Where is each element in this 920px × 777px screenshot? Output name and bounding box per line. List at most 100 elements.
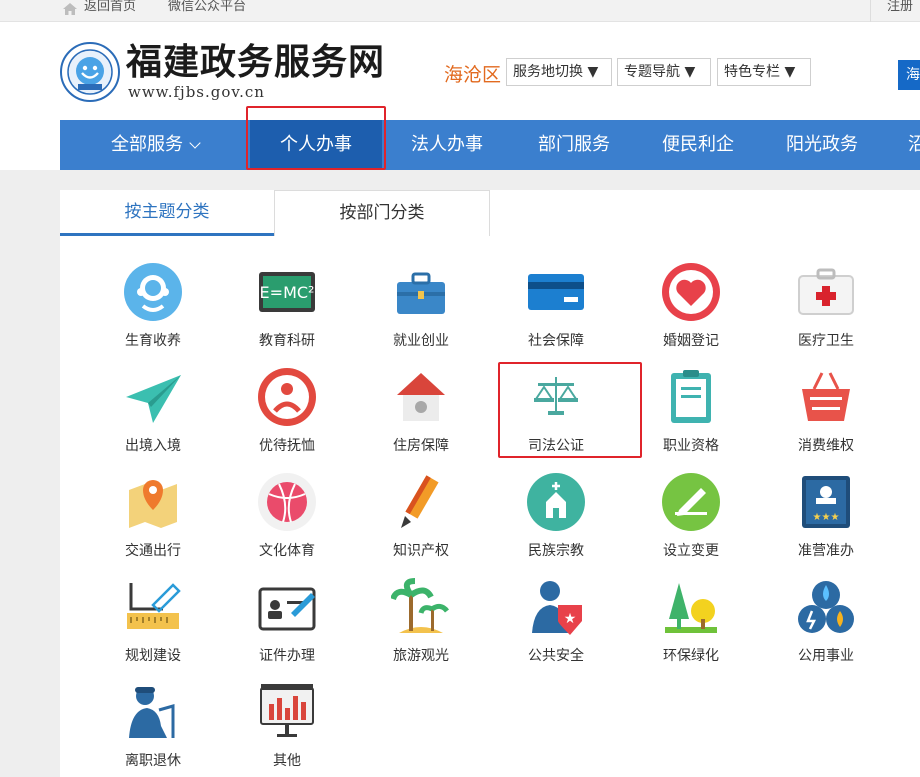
category-item[interactable]: 环保绿化 (631, 577, 751, 677)
category-item[interactable]: 生育收养 (93, 262, 213, 362)
nav-item-more[interactable]: 沼 (908, 120, 920, 170)
category-label: 交通出行 (125, 543, 181, 559)
category-label: 环保绿化 (663, 648, 719, 664)
wechat-link[interactable]: 微信公众平台 (168, 0, 246, 14)
site-url: www.fjbs.gov.cn (128, 83, 265, 101)
category-item[interactable]: E=MC² 教育科研 (227, 262, 347, 362)
nav-label: 全部服务 (111, 134, 183, 155)
category-item[interactable]: 就业创业 (361, 262, 481, 362)
category-label: 规划建设 (125, 648, 181, 664)
culture-sports-icon (258, 473, 316, 531)
category-item[interactable]: 医疗卫生 (766, 262, 886, 362)
current-region: 海沧区 (444, 64, 502, 86)
topic-nav-dropdown[interactable]: 专题导航 ▼ (617, 58, 711, 86)
home-icon[interactable] (62, 2, 78, 16)
category-label: 住房保障 (393, 438, 449, 454)
qualification-icon (671, 370, 711, 423)
svg-text:★★★: ★★★ (813, 512, 840, 523)
top-utility-bar: 返回首页 微信公众平台 注册 (0, 0, 920, 22)
category-label: 准营准办 (798, 543, 854, 559)
category-label: 离职退休 (125, 753, 181, 769)
birth-adoption-icon (124, 263, 182, 321)
page-gutter (0, 170, 60, 777)
category-item[interactable]: 离职退休 (93, 682, 213, 777)
planning-icon (127, 583, 181, 629)
nav-item-personal[interactable]: 个人办事 (250, 120, 382, 170)
category-item[interactable]: ★ 公共安全 (496, 577, 616, 677)
main-nav: 全部服务 个人办事 法人办事 部门服务 便民利企 阳光政务 沼 (60, 120, 920, 170)
category-item[interactable]: 规划建设 (93, 577, 213, 677)
category-label: 文化体育 (259, 543, 315, 559)
category-item[interactable]: 民族宗教 (496, 472, 616, 572)
edge-button[interactable]: 海 (898, 60, 920, 90)
category-item[interactable]: 优待抚恤 (227, 367, 347, 467)
nav-item-legal-person[interactable]: 法人办事 (382, 120, 512, 170)
establish-change-icon (662, 473, 720, 531)
category-label: 设立变更 (663, 543, 719, 559)
category-item[interactable]: 设立变更 (631, 472, 751, 572)
svg-text:★: ★ (564, 611, 577, 627)
category-label: 出境入境 (125, 438, 181, 454)
feature-column-dropdown[interactable]: 特色专栏 ▼ (717, 58, 811, 86)
category-item[interactable]: 其他 (227, 682, 347, 777)
intellectual-property-icon (401, 475, 439, 528)
nav-item-all-services[interactable]: 全部服务 (60, 120, 250, 170)
other-icon (260, 684, 314, 737)
consumer-icon (802, 372, 850, 421)
medical-icon (798, 268, 854, 315)
category-label: 就业创业 (393, 333, 449, 349)
page-gutter-top (60, 170, 920, 190)
nav-item-department[interactable]: 部门服务 (512, 120, 636, 170)
nav-item-sunshine[interactable]: 阳光政务 (760, 120, 884, 170)
category-label: 旅游观光 (393, 648, 449, 664)
service-location-dropdown[interactable]: 服务地切换 ▼ (506, 58, 612, 86)
svg-text:E=MC²: E=MC² (260, 283, 315, 302)
certificate-icon (258, 587, 316, 631)
category-item[interactable]: 住房保障 (361, 367, 481, 467)
category-item[interactable]: 婚姻登记 (631, 262, 751, 362)
category-item[interactable]: 司法公证 (496, 367, 616, 467)
category-item[interactable]: 证件办理 (227, 577, 347, 677)
environment-icon (665, 583, 717, 633)
category-item[interactable]: 消费维权 (766, 367, 886, 467)
tourism-icon (391, 578, 449, 633)
category-label: 民族宗教 (528, 543, 584, 559)
home-link[interactable]: 返回首页 (84, 0, 136, 14)
category-item[interactable]: 旅游观光 (361, 577, 481, 677)
logo-badge-icon[interactable] (60, 42, 120, 102)
category-item[interactable]: 社会保障 (496, 262, 616, 362)
category-item[interactable]: 出境入境 (93, 367, 213, 467)
category-item[interactable]: 交通出行 (93, 472, 213, 572)
retirement-icon (129, 687, 175, 738)
category-label: 其他 (273, 753, 301, 769)
category-label: 司法公证 (528, 438, 584, 454)
category-item[interactable]: 知识产权 (361, 472, 481, 572)
public-safety-icon: ★ (532, 581, 582, 635)
category-label: 证件办理 (259, 648, 315, 664)
tab-by-department[interactable]: 按部门分类 (274, 190, 490, 236)
category-label: 婚姻登记 (663, 333, 719, 349)
nav-item-convenience[interactable]: 便民利企 (636, 120, 760, 170)
category-item[interactable]: 文化体育 (227, 472, 347, 572)
marriage-icon (662, 263, 720, 321)
chevron-down-icon (189, 137, 201, 149)
permit-icon: ★★★ (802, 476, 850, 528)
register-link[interactable]: 注册 (870, 0, 920, 22)
category-item[interactable]: 公用事业 (766, 577, 886, 677)
category-label: 知识产权 (393, 543, 449, 559)
exit-entry-icon (126, 375, 181, 423)
category-item[interactable]: 职业资格 (631, 367, 751, 467)
category-label: 公共安全 (528, 648, 584, 664)
category-label: 消费维权 (798, 438, 854, 454)
site-title[interactable]: 福建政务服务网 (126, 42, 385, 82)
category-label: 生育收养 (125, 333, 181, 349)
preferential-icon (258, 368, 316, 426)
category-label: 医疗卫生 (798, 333, 854, 349)
tab-by-theme[interactable]: 按主题分类 (60, 190, 274, 236)
judicial-icon (534, 377, 578, 415)
category-item[interactable]: ★★★ 准营准办 (766, 472, 886, 572)
religion-icon (527, 473, 585, 531)
site-header: 福建政务服务网 www.fjbs.gov.cn 海沧区 服务地切换 ▼ 专题导航… (0, 22, 920, 120)
housing-icon (397, 373, 445, 421)
category-label: 公用事业 (798, 648, 854, 664)
